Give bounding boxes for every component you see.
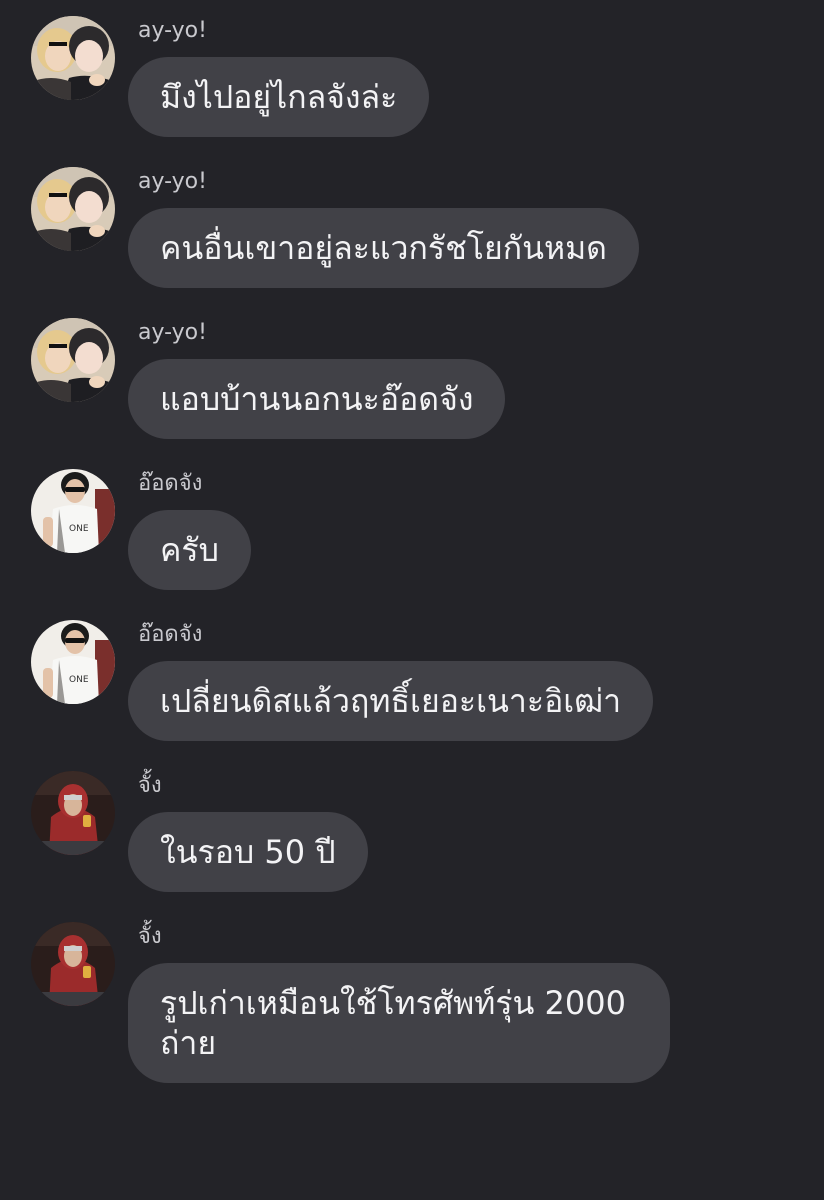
- avatar-image: [31, 922, 115, 1006]
- message-bubble[interactable]: ในรอบ 50 ปี: [128, 812, 368, 892]
- sender-name: อ๊อดจัง: [138, 622, 203, 647]
- message-bubble[interactable]: มึงไปอยู่ไกลจังล่ะ: [128, 57, 430, 137]
- message-bubble[interactable]: รูปเก่าเหมือนใช้โทรศัพท์รุ่น 2000 ถ่าย: [128, 963, 670, 1083]
- message-bubble[interactable]: เปลี่ยนดิสแล้วฤทธิ์เยอะเนาะอิเฒ่า: [128, 661, 654, 741]
- sender-name: ay-yo!: [138, 169, 207, 194]
- avatar-image: [31, 167, 115, 251]
- avatar-jang-icon[interactable]: [31, 771, 115, 855]
- sender-name: ay-yo!: [138, 18, 207, 43]
- avatar-image: [31, 16, 115, 100]
- sender-name: จั้ง: [138, 773, 162, 798]
- message-bubble[interactable]: แอบบ้านนอกนะอ๊อดจัง: [128, 359, 506, 439]
- message-bubble[interactable]: คนอื่นเขาอยู่ละแวกรัชโยกันหมด: [128, 208, 639, 288]
- avatar-odjang-icon[interactable]: [31, 469, 115, 553]
- sender-name: จั้ง: [138, 924, 162, 949]
- sender-name: ay-yo!: [138, 320, 207, 345]
- chat-thread: ay-yo! มึงไปอยู่ไกลจังล่ะ ay-yo! คนอื่นเ…: [0, 0, 824, 1200]
- avatar-ayyo-icon[interactable]: [31, 318, 115, 402]
- avatar-odjang-icon[interactable]: [31, 620, 115, 704]
- sender-name: อ๊อดจัง: [138, 471, 203, 496]
- avatar-image: [31, 771, 115, 855]
- message-bubble[interactable]: ครับ: [128, 510, 251, 590]
- avatar-image: [31, 620, 115, 704]
- avatar-jang-icon[interactable]: [31, 922, 115, 1006]
- avatar-image: [31, 469, 115, 553]
- avatar-ayyo-icon[interactable]: [31, 167, 115, 251]
- avatar-image: [31, 318, 115, 402]
- avatar-ayyo-icon[interactable]: [31, 16, 115, 100]
